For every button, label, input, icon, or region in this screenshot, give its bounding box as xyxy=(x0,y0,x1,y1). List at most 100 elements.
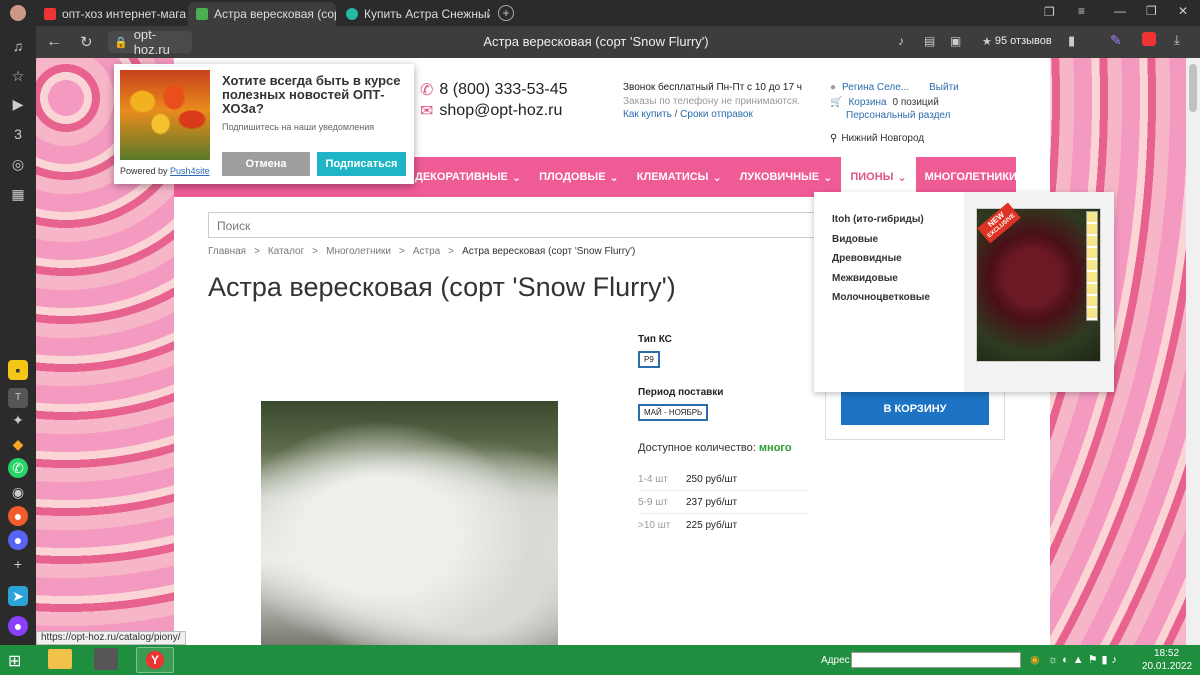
product-image[interactable] xyxy=(261,401,558,645)
push4site-link[interactable]: Push4site xyxy=(170,166,210,176)
breadcrumb-perennials[interactable]: Многолетники xyxy=(326,246,391,257)
yandex-browser-icon[interactable]: Y xyxy=(136,647,174,673)
tab-3[interactable]: Купить Астра Снежный го xyxy=(338,2,490,26)
page-scrollbar[interactable] xyxy=(1186,58,1200,645)
gamepad-icon[interactable]: ▪ xyxy=(8,360,28,380)
type-value-chip[interactable]: P9 xyxy=(638,351,660,368)
extension-badge-icon[interactable] xyxy=(1142,32,1156,46)
star-icon[interactable]: ☆ xyxy=(8,66,28,86)
nav-clematis[interactable]: КЛЕМАТИСЫ ⌄ xyxy=(628,157,731,197)
no-phone-orders: Заказы по телефону не принимаются. xyxy=(623,96,801,107)
page-title-bar: Астра вересковая (сорт 'Snow Flurry') xyxy=(483,34,709,49)
add-icon[interactable]: + xyxy=(8,554,28,574)
file-explorer-icon[interactable] xyxy=(48,649,72,669)
dropdown-item-itoh[interactable]: Itoh (ито-гибриды) xyxy=(832,210,930,230)
nav-perennials[interactable]: МНОГОЛЕТНИКИ ⌄ xyxy=(916,157,1040,197)
dropdown-item-species[interactable]: Видовые xyxy=(832,230,930,250)
dropdown-item-tree[interactable]: Древовидные xyxy=(832,249,930,269)
tab-2[interactable]: Астра вересковая (сорт ✕ xyxy=(188,2,336,26)
phone-number: 8 (800) 333-53-45 xyxy=(439,81,568,98)
yandex-logo-icon: Y xyxy=(146,651,164,669)
nav-decorative[interactable]: ДЕКОРАТИВНЫЕ ⌄ xyxy=(406,157,530,197)
cart-icon: 🛒 xyxy=(830,96,843,108)
nav-peonies[interactable]: ПИОНЫ ⌄ xyxy=(841,157,916,197)
send-icon[interactable]: ➤ xyxy=(8,586,28,606)
fire-icon[interactable]: ● xyxy=(8,506,28,526)
lock-icon: 🔒 xyxy=(114,36,128,49)
bookmark-icon[interactable]: ▮ xyxy=(1068,33,1075,49)
headphones-icon[interactable]: ♪ xyxy=(898,34,904,48)
email-address: shop@opt-hoz.ru xyxy=(439,102,563,119)
breadcrumb-aster[interactable]: Астра xyxy=(413,246,440,257)
text-icon[interactable]: T xyxy=(8,388,28,408)
url-field[interactable]: 🔒 opt-hoz.ru xyxy=(108,27,192,57)
user-name-link[interactable]: Регина Селе... xyxy=(842,82,909,93)
download-icon[interactable]: ⤓ xyxy=(1174,32,1180,48)
tray-icons[interactable]: ☼◐▲⚑▮♪ xyxy=(1048,653,1121,666)
grid-icon[interactable]: ▦ xyxy=(8,184,28,204)
separator: / xyxy=(674,109,678,120)
breadcrumb-separator: > xyxy=(448,246,455,257)
personal-link[interactable]: Персональный раздел xyxy=(846,110,950,121)
scroll-thumb[interactable] xyxy=(1189,64,1197,112)
reload-icon[interactable]: ↻ xyxy=(80,33,93,51)
logout-link[interactable]: Выйти xyxy=(929,82,959,93)
nav-label: МНОГОЛЕТНИКИ xyxy=(924,171,1017,183)
bookmark-list-icon[interactable]: ❐ xyxy=(1044,5,1055,19)
search-input[interactable]: Поиск xyxy=(208,212,818,238)
calendar-app-icon[interactable] xyxy=(94,648,118,670)
feather-icon[interactable]: ✎ xyxy=(1110,32,1122,49)
compass-icon[interactable]: ✦ xyxy=(8,410,28,430)
circle-icon[interactable]: ◉ xyxy=(8,482,28,502)
content-area: ✆ 8 (800) 333-53-45 ✉ shop@opt-hoz.ru Зв… xyxy=(114,58,1114,645)
back-icon[interactable]: ← xyxy=(46,33,62,51)
city-link[interactable]: Нижний Новгород xyxy=(841,133,924,144)
menu-icon[interactable]: ≡ xyxy=(1078,4,1085,18)
reviews-badge[interactable]: ★ 95 отзывов xyxy=(982,33,1052,49)
play-icon[interactable]: ▶ xyxy=(8,94,28,114)
profile-avatar[interactable] xyxy=(10,5,26,21)
subscribe-button[interactable]: Подписаться xyxy=(317,152,406,176)
nav-fruit[interactable]: ПЛОДОВЫЕ ⌄ xyxy=(530,157,628,197)
chat-icon[interactable]: ● xyxy=(8,530,28,550)
minimize-icon[interactable]: — xyxy=(1114,4,1126,18)
delivery-link[interactable]: Сроки отправок xyxy=(680,109,753,120)
tab-1[interactable]: опт-хоз интернет-магазин xyxy=(36,2,186,26)
promo-peony-image[interactable]: NEW EXCLUSIVE xyxy=(976,202,1101,362)
dropdown-item-lactiflora[interactable]: Молочноцветковые xyxy=(832,288,930,308)
price-value: 237 руб/шт xyxy=(686,496,738,508)
dropdown-item-intersectional[interactable]: Межвидовые xyxy=(832,269,930,289)
period-value-chip[interactable]: МАЙ - НОЯБРЬ xyxy=(638,404,709,421)
breadcrumb-home[interactable]: Главная xyxy=(208,246,246,257)
taskbar: ⊞ Y Адрес ◉ ☼◐▲⚑▮♪ 18:52 20.01.2022 xyxy=(0,645,1200,675)
email-line[interactable]: ✉ shop@opt-hoz.ru xyxy=(420,101,562,121)
joystick-icon[interactable]: ◆ xyxy=(8,434,28,454)
windows-start-icon[interactable]: ⊞ xyxy=(8,651,21,671)
camera-icon[interactable]: ◎ xyxy=(8,154,28,174)
maximize-icon[interactable]: ❐ xyxy=(1146,4,1157,18)
window-close-icon[interactable]: ✕ xyxy=(1178,4,1188,18)
taskbar-address-input[interactable] xyxy=(851,652,1021,668)
how-to-buy-link[interactable]: Как купить xyxy=(623,109,672,120)
dropdown-list: Itoh (ито-гибриды) Видовые Древовидные М… xyxy=(832,210,930,308)
cancel-button[interactable]: Отмена xyxy=(222,152,310,176)
extensions-icon[interactable]: ▣ xyxy=(950,34,961,48)
breadcrumb-separator: > xyxy=(254,246,260,257)
url-domain: opt-hoz.ru xyxy=(133,27,170,57)
counter-icon[interactable]: 3 xyxy=(8,124,28,144)
nav-label: КЛЕМАТИСЫ xyxy=(636,171,709,183)
chevron-down-icon: ⌄ xyxy=(712,171,722,184)
nav-bulbous[interactable]: ЛУКОВИЧНЫЕ ⌄ xyxy=(731,157,842,197)
web-page: ✆ 8 (800) 333-53-45 ✉ shop@opt-hoz.ru Зв… xyxy=(36,58,1186,645)
bell-icon[interactable]: ♫ xyxy=(8,36,28,56)
cart-link[interactable]: Корзина xyxy=(848,97,886,108)
breadcrumb-catalog[interactable]: Каталог xyxy=(268,246,304,257)
alice-icon[interactable]: ● xyxy=(8,616,28,636)
reader-icon[interactable]: ▤ xyxy=(924,34,935,48)
new-tab-icon[interactable]: + xyxy=(498,5,514,21)
add-to-cart-button[interactable]: В КОРЗИНУ xyxy=(841,392,989,425)
phone-line[interactable]: ✆ 8 (800) 333-53-45 xyxy=(420,80,568,100)
rss-icon[interactable]: ◉ xyxy=(1030,653,1040,666)
tab-label: опт-хоз интернет-магазин xyxy=(62,7,186,21)
whatsapp-icon[interactable]: ✆ xyxy=(8,458,28,478)
